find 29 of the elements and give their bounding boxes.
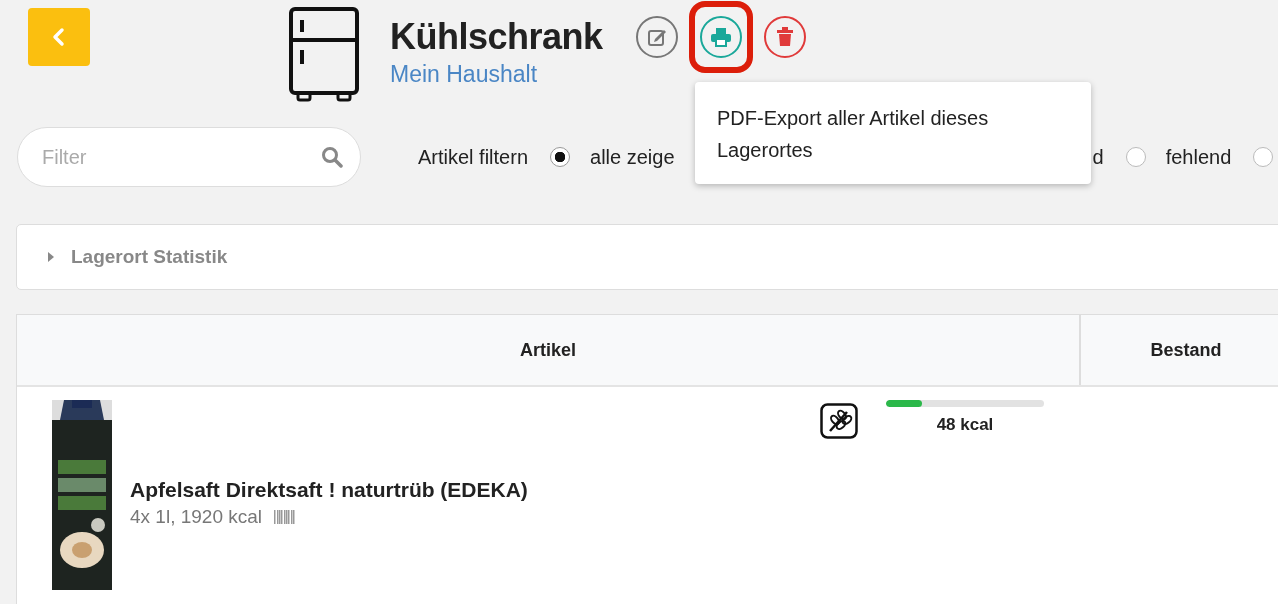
- panel-title: Lagerort Statistik: [71, 246, 228, 268]
- filter-option-label[interactable]: alle zeige: [590, 145, 675, 169]
- radio-button[interactable]: [550, 147, 571, 167]
- printer-icon: [709, 27, 732, 47]
- fridge-icon: [288, 6, 360, 102]
- filter-option-label[interactable]: fehlend: [1165, 145, 1232, 169]
- page-title: Kühlschrank: [390, 16, 603, 58]
- trash-icon: [775, 27, 794, 47]
- chevron-left-icon: [51, 27, 67, 47]
- article-details: 4x 1l, 1920 kcal: [130, 506, 263, 528]
- search-icon: [321, 146, 343, 168]
- article-name: Apfelsaft Direktsaft ! naturtrüb (EDEKA): [130, 478, 529, 502]
- print-button[interactable]: [699, 16, 742, 58]
- calorie-reading: 48 kcal: [936, 415, 994, 435]
- edit-button[interactable]: [635, 16, 678, 58]
- barcode-icon: [274, 510, 297, 524]
- column-header: Bestand: [1150, 339, 1222, 361]
- tooltip: PDF-Export aller Artikel dieses Lagerortes: [695, 82, 1091, 184]
- filter-label: Artikel filtern: [418, 145, 529, 169]
- radio-button[interactable]: [1125, 147, 1146, 167]
- wheat-icon: [820, 403, 858, 439]
- filter-option-label[interactable]: d: [1092, 145, 1104, 169]
- filter-field[interactable]: Filter: [17, 127, 361, 187]
- radio-button[interactable]: [1253, 147, 1274, 167]
- delete-button[interactable]: [763, 16, 806, 58]
- edit-icon: [646, 27, 667, 47]
- back-button[interactable]: [28, 8, 90, 66]
- statistics-panel[interactable]: Lagerort Statistik: [16, 224, 1278, 290]
- column-header: Artikel: [520, 339, 576, 361]
